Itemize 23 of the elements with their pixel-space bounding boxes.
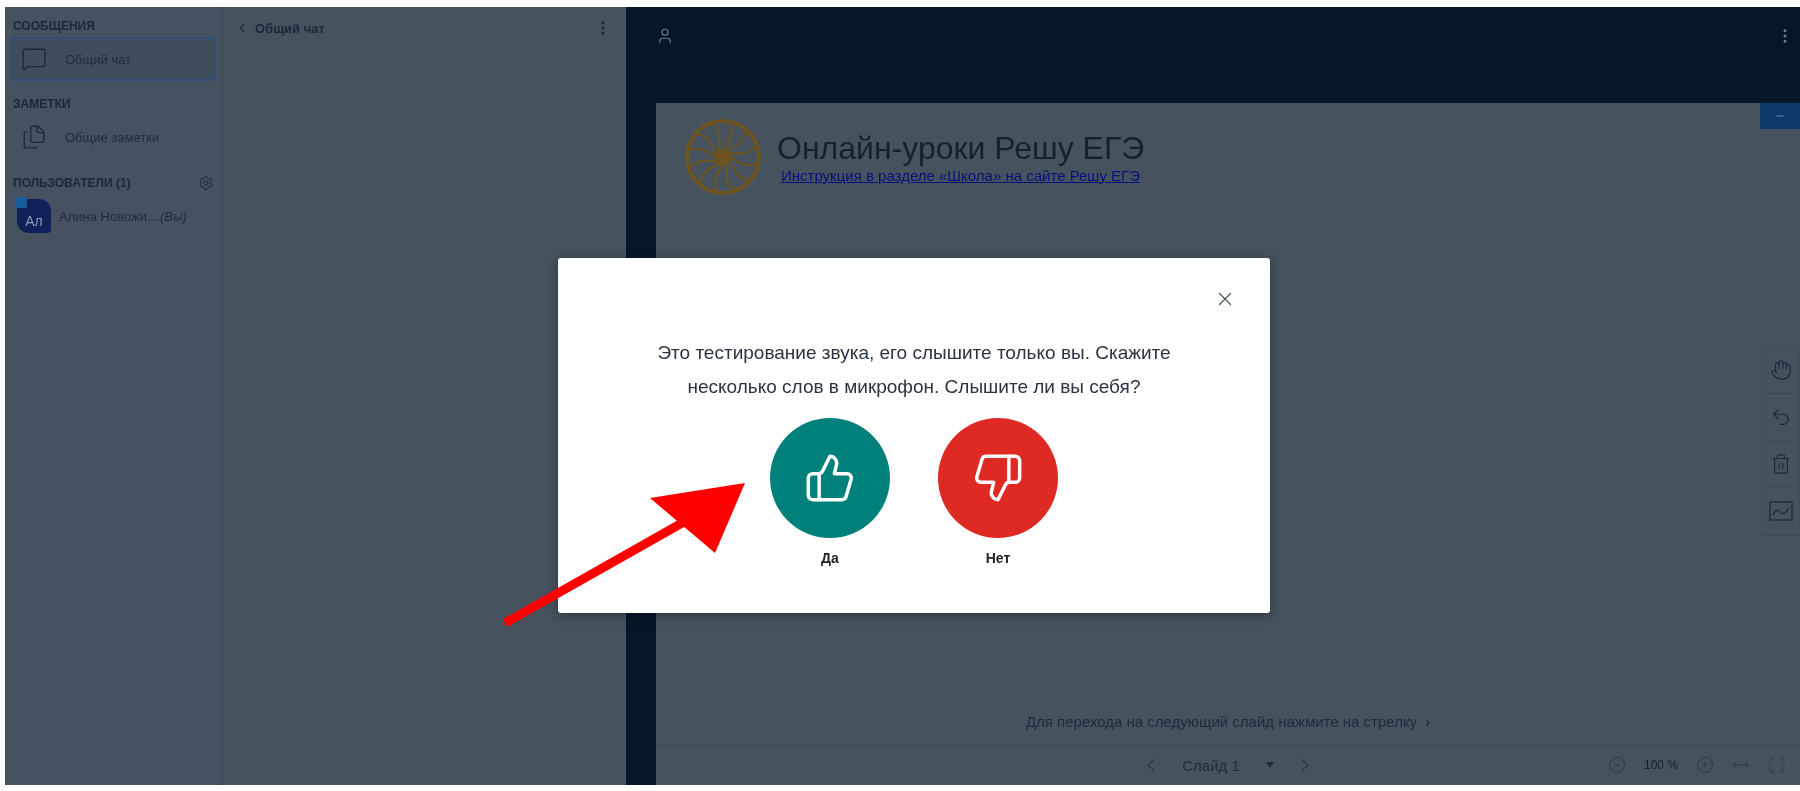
dropdown-caret-icon xyxy=(1265,762,1274,768)
user-avatar: Ал xyxy=(17,199,51,233)
undo-icon xyxy=(1770,406,1792,428)
instruction-link[interactable]: Инструкция в разделе «Школа» на сайте Решу ЕГЭ xyxy=(781,166,1140,184)
zoom-in-icon xyxy=(1696,756,1714,774)
settings-icon[interactable] xyxy=(198,175,214,191)
zoom-out-icon xyxy=(1607,756,1626,774)
chart-icon xyxy=(1769,501,1793,521)
trash-icon xyxy=(1770,453,1792,475)
thumbs-down-icon xyxy=(972,452,1024,504)
answer-label: Нет xyxy=(985,550,1011,566)
user-icon[interactable] xyxy=(656,27,674,45)
minimize-button[interactable] xyxy=(1760,103,1800,129)
wheel-logo-icon xyxy=(683,117,763,197)
hand-icon xyxy=(1770,359,1792,381)
documents-icon xyxy=(21,124,47,150)
thumbs-up-icon xyxy=(804,452,856,504)
dialog-message: Это тестирование звука, его слышите только вы. Скажите несколько слов в микрофон. Слышите ли вы себя? xyxy=(656,341,1172,399)
presenter-badge-icon xyxy=(15,197,27,208)
hint-arrow: › xyxy=(1425,713,1431,730)
answer-label: Да xyxy=(821,550,839,566)
zoom-in-button[interactable] xyxy=(1696,756,1714,774)
zoom-out-button[interactable] xyxy=(1607,756,1626,774)
